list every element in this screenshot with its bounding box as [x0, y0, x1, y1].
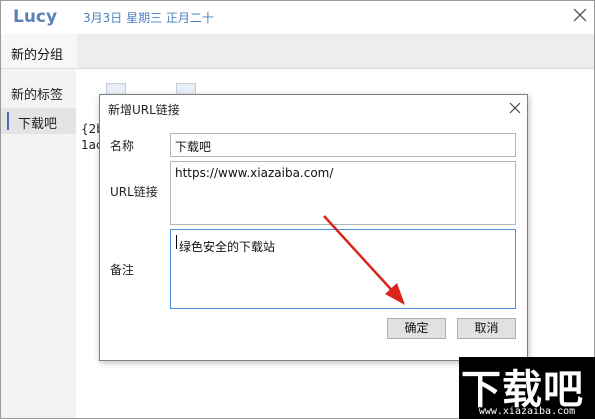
watermark-logo: 下载吧 www.xiazaiba.com [459, 357, 595, 419]
watermark-url: www.xiazaiba.com [478, 406, 576, 417]
